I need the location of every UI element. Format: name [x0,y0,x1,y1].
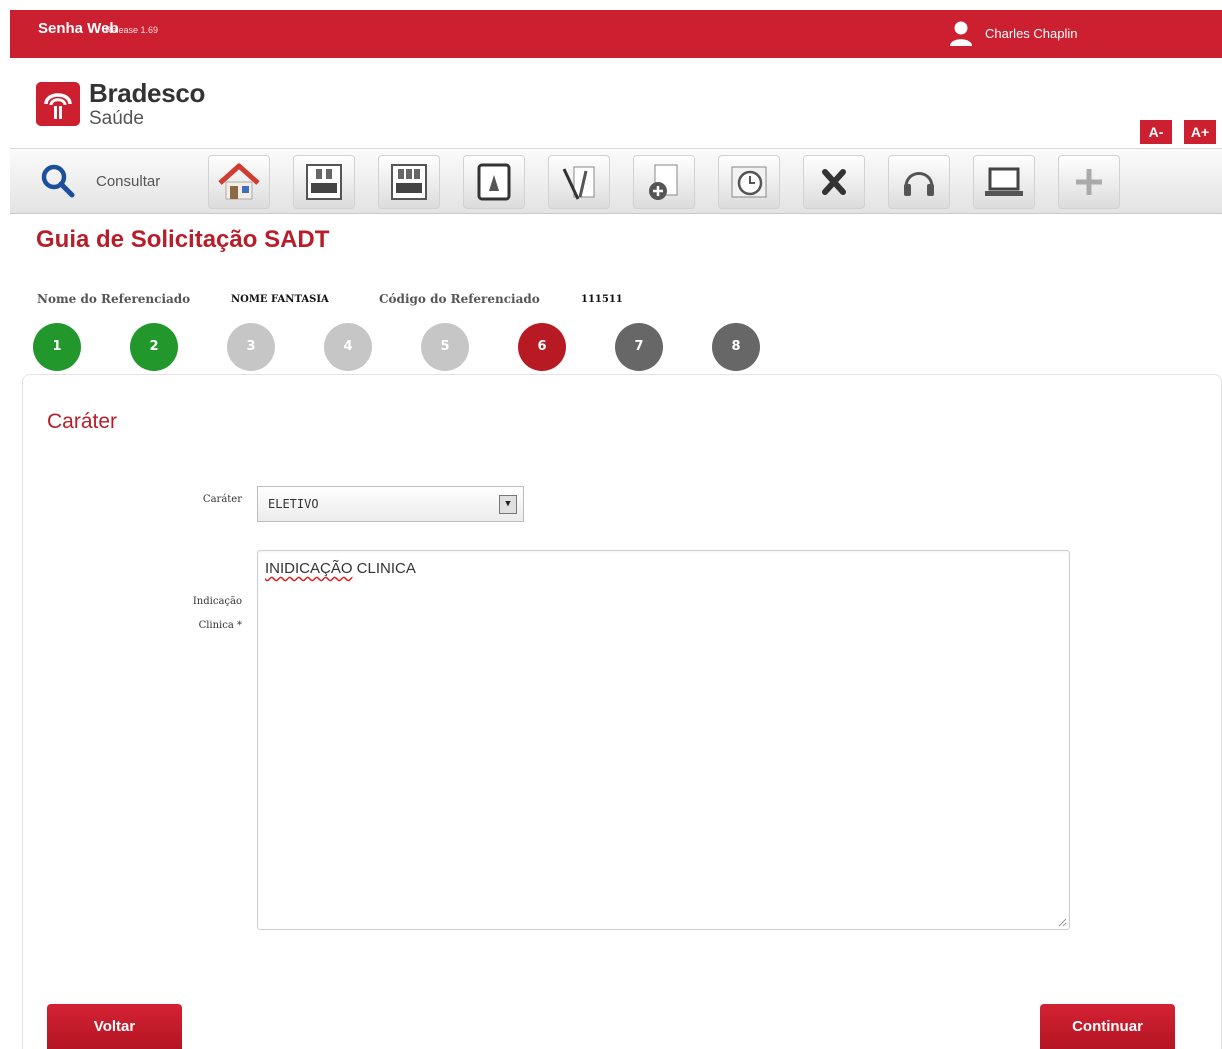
step-3: 3 [227,323,275,371]
toolbar-document-button[interactable] [463,155,525,209]
step-2[interactable]: 2 [130,323,178,371]
cash-register-icon [306,164,342,200]
close-icon [822,169,846,195]
bradesco-logo-icon [36,82,80,126]
user-menu[interactable]: Charles Chaplin [947,18,1078,48]
toolbar-add-button[interactable] [1058,155,1120,209]
clock-icon [731,166,767,198]
brand-name: Bradesco [89,78,206,108]
indicacao-text-rest: CLINICA [352,560,416,577]
toolbar-laptop-button[interactable] [973,155,1035,209]
laptop-icon [985,167,1023,196]
indicacao-label-line1: Indicação [192,596,242,607]
toolbar-medical-button[interactable] [633,155,695,209]
toolbar-tools-button[interactable] [548,155,610,209]
document-icon [477,163,511,201]
carater-select[interactable]: ELETIVO ▼ [257,486,524,522]
medical-bag-icon [649,164,678,200]
carater-label: Caráter [202,494,242,505]
toolbar-close-button[interactable] [803,155,865,209]
indicacao-textarea[interactable]: INIDICAÇÃO CLINICA [257,550,1070,930]
section-title: Caráter [47,410,118,433]
plus-icon [1076,169,1102,195]
step-8[interactable]: 8 [712,323,760,371]
user-icon [950,21,972,46]
toolbar-clock-button[interactable] [718,155,780,209]
brand-subtitle: Saúde [89,108,144,129]
indicacao-text-misspelled: INIDICAÇÃO [265,560,353,577]
page-title: Guia de Solicitação SADT [36,226,330,253]
indicacao-label: Indicação Clinica * [150,590,242,638]
app-release: Release 1.69 [105,25,159,35]
step-7[interactable]: 7 [615,323,663,371]
cash-register-double-icon [391,164,427,200]
font-increase-button[interactable]: A+ [1184,120,1216,144]
font-decrease-button[interactable]: A- [1140,120,1172,144]
ref-name-label: Nome do Referenciado [37,292,191,306]
consult-button[interactable]: Consultar [10,149,200,213]
carater-select-value: ELETIVO [268,497,319,511]
ref-name-value: NOME FANTASIA [231,294,329,305]
toolbar-register-button[interactable] [293,155,355,209]
toolbar-support-button[interactable] [888,155,950,209]
toolbar-home-button[interactable] [208,155,270,209]
headset-icon [904,172,934,196]
top-bar: Senha Web Release 1.69 Charles Chaplin [10,10,1222,58]
step-4: 4 [324,323,372,371]
toolbar: Consultar [10,148,1222,214]
tools-icon [562,166,595,200]
ref-code-value: 111511 [581,294,623,305]
indicacao-label-line2: Clinica * [198,620,242,631]
chevron-down-icon[interactable]: ▼ [499,495,517,514]
ref-code-label: Código do Referenciado [379,292,540,306]
step-6[interactable]: 6 [518,323,566,371]
toolbar-register-2-button[interactable] [378,155,440,209]
search-icon [41,164,75,198]
resize-grip-icon[interactable] [1057,917,1067,927]
home-icon [218,163,260,200]
consult-label: Consultar [96,172,161,190]
continue-button[interactable]: Continuar [1040,1004,1175,1049]
user-name: Charles Chaplin [985,25,1078,41]
back-button[interactable]: Voltar [47,1004,182,1049]
indicacao-text: INIDICAÇÃO CLINICA [265,560,416,577]
step-5: 5 [421,323,469,371]
step-1[interactable]: 1 [33,323,81,371]
